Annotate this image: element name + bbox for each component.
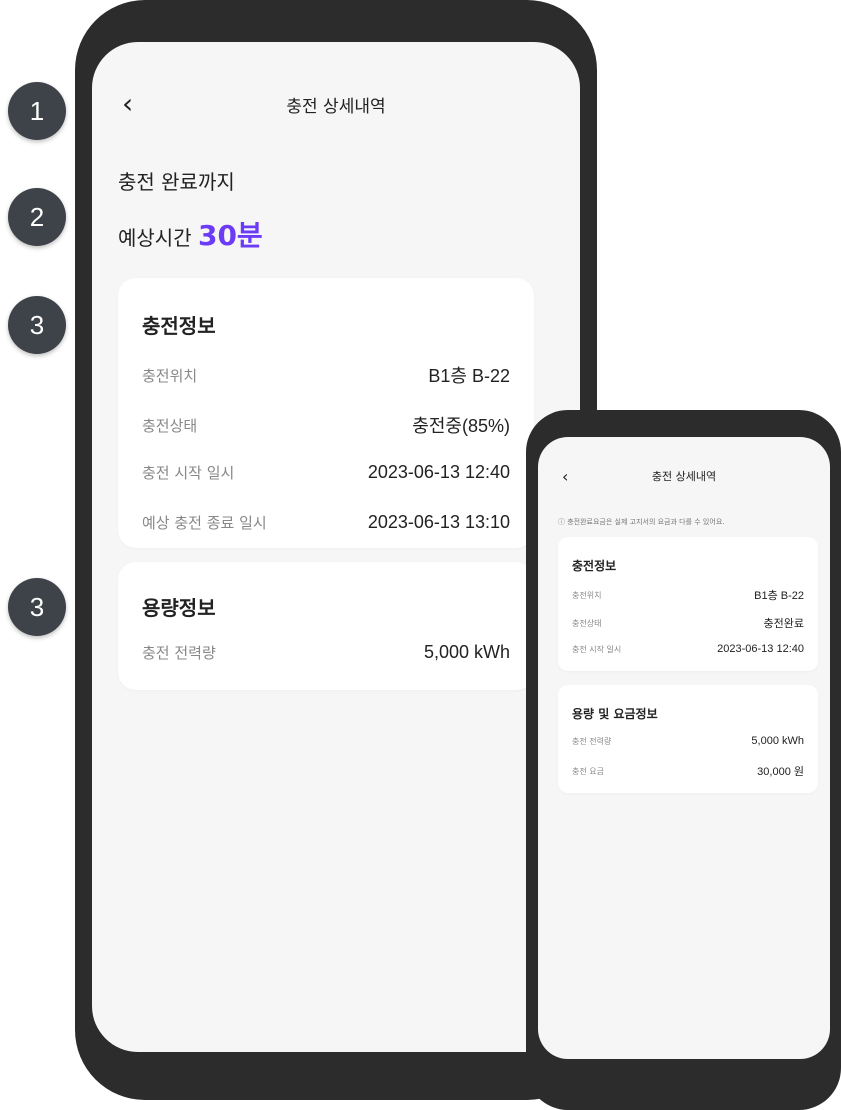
row-value: 2023-06-13 12:40: [367, 462, 510, 482]
info-row: 예상 충전 종료 일시 2023-06-13 13:10: [142, 512, 510, 533]
row-value: 2023-06-13 13:10: [367, 512, 510, 532]
row-label: 충전 전력량: [572, 736, 612, 746]
row-value: 5,000 kWh: [751, 735, 804, 747]
info-row: 충전 요금 30,000 원: [572, 763, 804, 779]
info-row: 충전 전력량 5,000 kWh: [572, 735, 804, 747]
row-label: 충전상태: [572, 618, 602, 628]
row-value: 2023-06-13 12:40: [717, 643, 804, 655]
capacity-info-card: 용량정보 충전 전력량 5,000 kWh: [118, 562, 534, 690]
row-label: 충전위치: [142, 366, 198, 385]
big-phone-screen: ‹ 충전 상세내역 충전 완료까지 예상시간 30분 충전정보 충전위치 B1층…: [92, 42, 580, 1052]
charging-info-card: 충전정보 충전위치 B1층 B-22 충전상태 충전완료 충전 시작 일시 20…: [558, 537, 818, 671]
row-label: 충전 요금: [572, 766, 604, 776]
row-value: 충전완료: [763, 618, 804, 630]
row-value: 5,000 kWh: [423, 642, 510, 662]
card-title: 충전정보: [572, 559, 617, 573]
summary-line2: 예상시간 30분: [118, 214, 263, 254]
card-title: 용량정보: [142, 596, 216, 620]
summary-line1: 충전 완료까지: [118, 170, 235, 194]
row-label: 예상 충전 종료 일시: [142, 514, 267, 532]
page-title: 충전 상세내역: [286, 97, 386, 117]
row-value: B1층 B-22: [428, 366, 510, 386]
row-label: 충전 시작 일시: [142, 464, 235, 482]
charging-info-card: 충전정보 충전위치 B1층 B-22 충전상태 충전중(85%) 충전 시작 일…: [118, 278, 534, 548]
fee-notice: ⓘ 충전완료요금은 실제 고지서의 요금과 다를 수 있어요.: [558, 518, 725, 526]
row-label: 충전 전력량: [142, 644, 216, 662]
step-marker-3b: 3: [8, 578, 66, 636]
info-row: 충전 전력량 5,000 kWh: [142, 642, 510, 663]
card-title: 용량 및 요금정보: [572, 707, 658, 721]
info-row: 충전상태 충전완료: [572, 615, 804, 631]
info-row: 충전상태 충전중(85%): [142, 412, 510, 438]
page-title: 충전 상세내역: [651, 470, 717, 483]
step-marker-2: 2: [8, 188, 66, 246]
step-marker-1: 1: [8, 82, 66, 140]
small-phone-screen: ‹ 충전 상세내역 ⓘ 충전완료요금은 실제 고지서의 요금과 다를 수 있어요…: [538, 437, 830, 1059]
row-value: B1층 B-22: [754, 590, 804, 602]
capacity-fee-card: 용량 및 요금정보 충전 전력량 5,000 kWh 충전 요금 30,000 …: [558, 685, 818, 793]
card-title: 충전정보: [142, 314, 216, 338]
step-marker-3a: 3: [8, 296, 66, 354]
row-value: 30,000 원: [757, 766, 804, 778]
estimated-time: 30분: [197, 219, 263, 252]
info-row: 충전 시작 일시 2023-06-13 12:40: [142, 462, 510, 483]
row-label: 충전위치: [572, 590, 602, 600]
summary-prefix: 예상시간: [118, 226, 198, 250]
row-label: 충전 시작 일시: [572, 644, 622, 654]
row-value: 충전중(85%): [412, 416, 510, 436]
row-label: 충전상태: [142, 416, 198, 435]
info-row: 충전위치 B1층 B-22: [572, 587, 804, 603]
info-row: 충전 시작 일시 2023-06-13 12:40: [572, 643, 804, 655]
info-row: 충전위치 B1층 B-22: [142, 362, 510, 388]
